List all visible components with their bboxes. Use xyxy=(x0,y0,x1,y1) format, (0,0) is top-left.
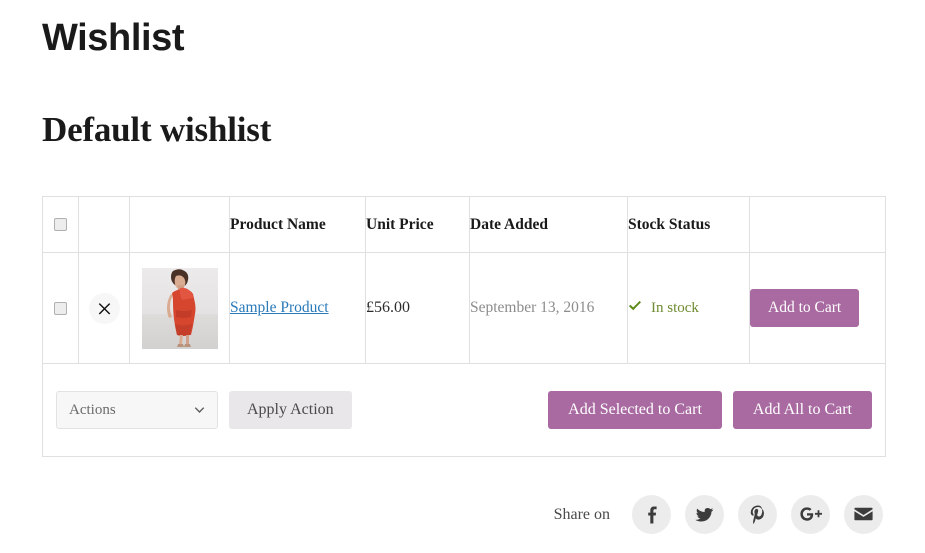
table-body: Sample Product £56.00 September 13, 2016… xyxy=(42,252,886,364)
dress-model-illustration xyxy=(166,268,195,347)
status-badge: In stock xyxy=(628,300,749,317)
table-footer: Actions Apply Action Add Selected to Car… xyxy=(42,363,886,457)
share-email-button[interactable] xyxy=(844,495,883,534)
row-date-added: September 13, 2016 xyxy=(469,252,628,364)
share-row: Share on xyxy=(554,495,883,534)
chevron-down-icon xyxy=(194,401,205,419)
table-footer-row: Actions Apply Action Add Selected to Car… xyxy=(42,363,886,457)
share-twitter-button[interactable] xyxy=(685,495,724,534)
row-thumbnail-cell xyxy=(129,252,230,364)
product-name-link[interactable]: Sample Product xyxy=(230,299,329,316)
actions-select[interactable]: Actions xyxy=(56,391,218,429)
close-icon xyxy=(98,302,111,315)
wishlist-table: Product Name Unit Price Date Added Stock… xyxy=(42,196,886,457)
add-to-cart-button[interactable]: Add to Cart xyxy=(750,289,860,327)
stock-status-label: In stock xyxy=(651,299,699,316)
add-all-to-cart-button[interactable]: Add All to Cart xyxy=(732,391,872,429)
toolbar-cell: Actions Apply Action Add Selected to Car… xyxy=(42,363,886,457)
pinterest-icon xyxy=(750,505,766,524)
wishlist-name-heading: Default wishlist xyxy=(42,110,272,149)
bulk-cart-buttons: Add Selected to Cart Add All to Cart xyxy=(548,391,872,429)
share-label: Share on xyxy=(553,505,610,523)
share-google-plus-button[interactable] xyxy=(791,495,830,534)
add-selected-to-cart-button[interactable]: Add Selected to Cart xyxy=(548,391,722,429)
stock-status-header: Stock Status xyxy=(627,196,750,253)
google-plus-icon xyxy=(799,506,822,523)
row-action-cell: Add to Cart xyxy=(749,252,886,364)
product-name-header: Product Name xyxy=(229,196,366,253)
table-row: Sample Product £56.00 September 13, 2016… xyxy=(42,252,886,364)
page-title: Wishlist xyxy=(42,17,185,59)
row-stock-status-cell: In stock xyxy=(627,252,750,364)
actions-select-value: Actions xyxy=(69,401,116,418)
twitter-icon xyxy=(695,506,714,524)
envelope-icon xyxy=(854,507,873,522)
check-icon xyxy=(628,300,642,316)
table-header: Product Name Unit Price Date Added Stock… xyxy=(42,196,886,253)
table-header-row: Product Name Unit Price Date Added Stock… xyxy=(42,196,886,253)
facebook-icon xyxy=(643,506,661,524)
bulk-actions-toolbar: Actions Apply Action Add Selected to Car… xyxy=(43,364,885,456)
thumbnail-header xyxy=(129,196,230,253)
row-product-name-cell: Sample Product xyxy=(229,252,366,364)
row-select-cell xyxy=(42,252,79,364)
action-header xyxy=(749,196,886,253)
unit-price-header: Unit Price xyxy=(365,196,470,253)
select-all-checkbox[interactable] xyxy=(54,218,67,232)
share-pinterest-button[interactable] xyxy=(738,495,777,534)
wishlist-page: Wishlist Default wishlist Product Name U… xyxy=(0,0,925,553)
apply-action-button[interactable]: Apply Action xyxy=(229,391,352,429)
select-all-header xyxy=(42,196,79,253)
product-thumbnail[interactable] xyxy=(141,267,218,349)
remove-item-button[interactable] xyxy=(88,292,120,324)
row-select-checkbox[interactable] xyxy=(54,301,67,315)
row-unit-price: £56.00 xyxy=(365,252,470,364)
share-facebook-button[interactable] xyxy=(632,495,671,534)
remove-header xyxy=(78,196,130,253)
date-added-header: Date Added xyxy=(469,196,628,253)
row-remove-cell xyxy=(78,252,130,364)
